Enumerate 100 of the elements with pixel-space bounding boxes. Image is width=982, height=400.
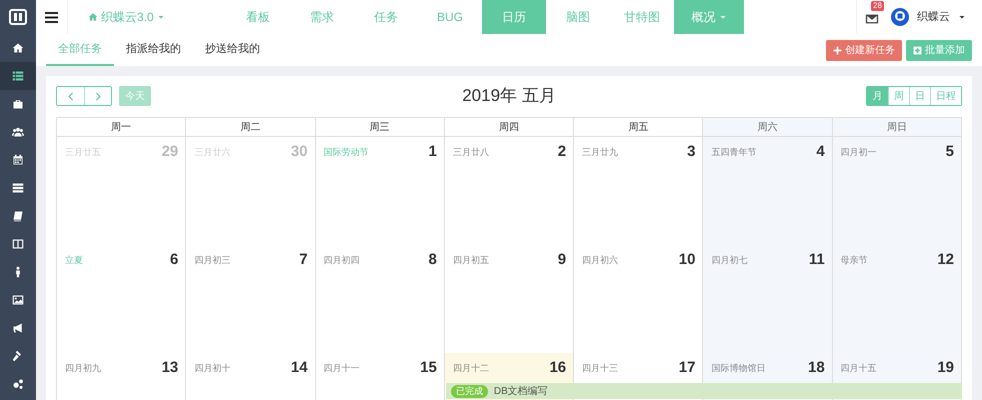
chevron-right-icon xyxy=(94,92,102,100)
day-number: 17 xyxy=(678,359,696,377)
day-cell[interactable] xyxy=(703,353,833,383)
home-icon xyxy=(12,42,24,54)
weekday-header: 周日 xyxy=(832,117,962,137)
cogs-icon xyxy=(12,378,24,390)
lunar-date: 四月初九 xyxy=(65,362,101,375)
day-number: 16 xyxy=(549,359,566,377)
weekday-header: 周三 xyxy=(316,117,445,137)
day-number: 7 xyxy=(299,251,308,269)
lunar-date: 四月初十 xyxy=(194,362,230,375)
day-number: 12 xyxy=(937,251,954,269)
lunar-date: 五四青年节 xyxy=(711,146,756,159)
image-icon xyxy=(12,294,24,306)
nav-tab[interactable]: 需求 xyxy=(290,0,354,34)
calendar-title: 2019年 五月 xyxy=(462,86,556,106)
briefcase-icon xyxy=(12,98,24,110)
nav-tab[interactable]: 甘特图 xyxy=(610,0,674,34)
day-cell[interactable] xyxy=(444,245,574,353)
user-name[interactable]: 织蝶云 xyxy=(917,8,950,26)
logo-icon xyxy=(9,9,27,25)
event-bar[interactable]: 已完成 DB文档编写 xyxy=(446,383,962,399)
day-number: 19 xyxy=(937,359,954,377)
tab[interactable]: 抄送给我的 xyxy=(193,34,272,66)
batch-add-button[interactable]: 批量添加 xyxy=(906,40,972,61)
today-button[interactable]: 今天 xyxy=(119,86,151,106)
day-cell[interactable] xyxy=(703,137,833,245)
lunar-date: 四月十五 xyxy=(840,362,877,375)
lunar-date: 四月初四 xyxy=(324,254,360,267)
lunar-date: 四月初六 xyxy=(582,254,618,267)
avatar-icon[interactable] xyxy=(891,8,909,26)
users-icon xyxy=(12,126,24,138)
day-cell[interactable] xyxy=(316,137,445,245)
chevron-left-icon xyxy=(66,92,75,100)
book-icon xyxy=(12,210,24,222)
nav-tab[interactable]: 脑图 xyxy=(546,0,610,34)
gavel-icon xyxy=(12,350,24,362)
day-cell[interactable] xyxy=(832,353,962,383)
nav-tab[interactable]: 任务 xyxy=(354,0,418,34)
day-cell[interactable] xyxy=(186,137,316,245)
lunar-date: 四月十三 xyxy=(582,362,618,375)
server-icon xyxy=(12,182,24,194)
day-number: 13 xyxy=(162,359,178,377)
day-cell[interactable] xyxy=(574,137,704,245)
next-button[interactable] xyxy=(84,87,111,105)
lunar-date: 四月初三 xyxy=(194,254,230,267)
sidebar-item[interactable] xyxy=(0,62,36,90)
notification-badge: 28 xyxy=(871,1,884,11)
caret-icon xyxy=(718,13,726,21)
day-number: 3 xyxy=(687,143,696,161)
columns-icon xyxy=(12,238,24,250)
day-number: 1 xyxy=(428,143,437,161)
nav-tab[interactable]: 看板 xyxy=(226,0,290,34)
mail-icon xyxy=(865,12,879,26)
day-number: 14 xyxy=(290,359,308,377)
day-number: 15 xyxy=(420,359,437,377)
day-number: 4 xyxy=(816,143,825,161)
list-icon xyxy=(12,70,24,82)
calendar-icon xyxy=(12,154,24,166)
caret-icon xyxy=(156,13,165,21)
menu-icon[interactable] xyxy=(45,12,58,22)
day-number: 10 xyxy=(678,251,696,269)
day-number: 2 xyxy=(558,143,566,161)
day-cell[interactable] xyxy=(444,137,574,245)
nav-tab[interactable]: 日历 xyxy=(482,0,546,34)
view-tab[interactable]: 月 xyxy=(867,87,888,105)
nav-tab[interactable]: BUG xyxy=(418,0,482,34)
lunar-date: 四月十二 xyxy=(452,362,489,375)
plus-icon xyxy=(833,46,842,55)
event-title: DB文档编写 xyxy=(494,384,548,398)
lunar-date: 国际劳动节 xyxy=(324,146,369,159)
day-number: 6 xyxy=(170,251,178,269)
day-number: 5 xyxy=(946,143,954,161)
day-number: 29 xyxy=(162,143,178,161)
day-cell[interactable] xyxy=(444,353,574,383)
day-number: 9 xyxy=(558,251,566,269)
weekday-header: 周五 xyxy=(574,117,704,137)
lunar-date: 四月十一 xyxy=(324,362,360,375)
caret-icon xyxy=(958,13,966,21)
lunar-date: 立夏 xyxy=(65,254,83,267)
tab[interactable]: 指派给我的 xyxy=(114,34,193,66)
create-task-button[interactable]: 创建新任务 xyxy=(826,40,902,61)
day-number: 30 xyxy=(290,143,308,161)
brand-link[interactable]: 织蝶云3.0 xyxy=(101,8,154,26)
weekday-header: 周二 xyxy=(186,117,316,137)
weekday-header: 周一 xyxy=(57,117,186,137)
lunar-date: 三月廿九 xyxy=(582,146,618,159)
day-cell[interactable] xyxy=(832,137,962,245)
bullhorn-icon xyxy=(12,322,24,334)
lunar-date: 国际博物馆日 xyxy=(711,362,766,375)
lunar-date: 四月初五 xyxy=(452,254,489,267)
home-icon xyxy=(88,12,98,22)
lunar-date: 三月廿八 xyxy=(452,146,489,159)
day-number: 8 xyxy=(428,251,437,269)
lunar-date: 四月初七 xyxy=(711,254,748,267)
status-badge: 已完成 xyxy=(450,384,488,398)
nav-tab[interactable]: 概况 xyxy=(674,0,744,34)
view-tab[interactable]: 日程 xyxy=(930,87,961,105)
day-cell[interactable] xyxy=(57,137,186,245)
tab[interactable]: 全部任务 xyxy=(46,34,114,66)
